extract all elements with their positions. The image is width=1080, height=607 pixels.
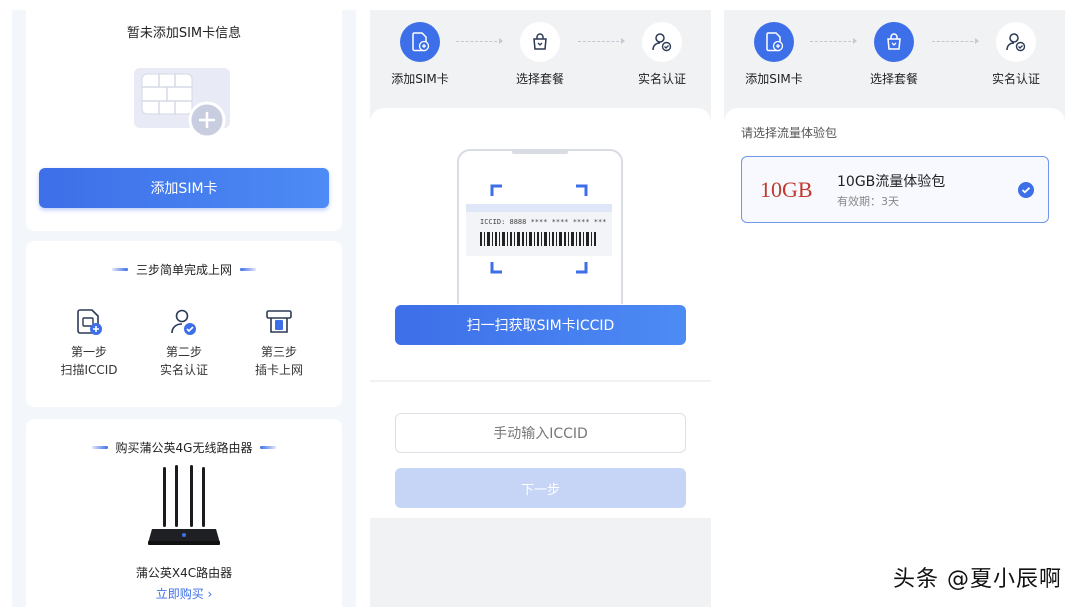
title-dash-right bbox=[240, 268, 256, 271]
progress-step-plan: 选择套餐 bbox=[500, 22, 580, 87]
next-step-button[interactable]: 下一步 bbox=[395, 468, 686, 508]
plan-name: 10GB流量体验包 bbox=[837, 174, 946, 190]
progress-step-add-sim: 添加SIM卡 bbox=[734, 22, 814, 87]
step-1-desc: 扫描ICCID bbox=[60, 363, 118, 377]
progress-arrow bbox=[578, 38, 625, 44]
iccid-label: ICCID: 8888 **** **** **** *** bbox=[480, 218, 607, 226]
scan-section: ICCID: 8888 **** **** **** *** 扫一扫获取SIM卡… bbox=[370, 108, 711, 380]
buy-title-text: 购买蒲公英4G无线路由器 bbox=[115, 441, 253, 455]
iccid-input[interactable]: 手动输入ICCID bbox=[395, 413, 686, 453]
home-panel: 暂未添加SIM卡信息 添加SIM卡 三步简单完成上网 第一步 扫描ICCID 第… bbox=[12, 10, 356, 607]
add-sim-step-icon bbox=[754, 22, 794, 62]
scan-iccid-button[interactable]: 扫一扫获取SIM卡ICCID bbox=[395, 305, 686, 345]
progress-label-3: 实名认证 bbox=[991, 72, 1040, 86]
step-1-label: 第一步 bbox=[70, 345, 107, 359]
buy-now-link[interactable]: 立即购买 › bbox=[26, 585, 342, 602]
plan-step-icon bbox=[520, 22, 560, 62]
title-dash-left bbox=[91, 446, 108, 449]
plan-option-10gb[interactable]: 10GB 10GB流量体验包 有效期：3天 bbox=[741, 156, 1049, 223]
progress-step-verify: 实名认证 bbox=[622, 22, 702, 87]
steps-section: 三步简单完成上网 第一步 扫描ICCID 第二步 实名认证 第三步 插卡上网 bbox=[26, 241, 342, 407]
verify-step-icon bbox=[642, 22, 682, 62]
verify-step-icon bbox=[996, 22, 1036, 62]
progress-label-1: 添加SIM卡 bbox=[745, 72, 803, 86]
title-dash-left bbox=[111, 268, 128, 271]
plan-prompt: 请选择流量体验包 bbox=[741, 126, 838, 140]
step-2-label: 第二步 bbox=[165, 345, 202, 359]
steps-title-text: 三步简单完成上网 bbox=[135, 263, 232, 277]
progress-step-verify: 实名认证 bbox=[976, 22, 1056, 87]
step-insert: 第三步 插卡上网 bbox=[234, 307, 324, 379]
progress-label-3: 实名认证 bbox=[637, 72, 686, 86]
insert-sim-icon bbox=[266, 310, 292, 333]
sim-card-section: 暂未添加SIM卡信息 添加SIM卡 bbox=[26, 10, 342, 231]
selected-check-icon bbox=[1018, 182, 1034, 198]
user-verify-icon bbox=[171, 309, 196, 335]
add-sim-panel: 添加SIM卡 选择套餐 实名认证 ICCID: 8888 **** **** *… bbox=[370, 10, 711, 607]
step-verify: 第二步 实名认证 bbox=[139, 307, 229, 379]
plan-step-icon bbox=[874, 22, 914, 62]
manual-entry-section: 手动输入ICCID 下一步 bbox=[370, 382, 711, 518]
steps-title: 三步简单完成上网 bbox=[26, 261, 342, 278]
buy-router-section: 购买蒲公英4G无线路由器 蒲公英X4C路由器 立即购买 › bbox=[26, 419, 342, 607]
progress-arrow bbox=[932, 38, 979, 44]
add-sim-button[interactable]: 添加SIM卡 bbox=[39, 168, 329, 208]
progress-arrow bbox=[810, 38, 857, 44]
add-sim-step-icon bbox=[400, 22, 440, 62]
router-image[interactable] bbox=[146, 465, 222, 551]
step-3-desc: 插卡上网 bbox=[254, 363, 303, 377]
progress-label-2: 选择套餐 bbox=[869, 72, 918, 86]
progress-label-1: 添加SIM卡 bbox=[391, 72, 449, 86]
phone-scan-illustration bbox=[457, 149, 623, 304]
empty-sim-title: 暂未添加SIM卡信息 bbox=[126, 26, 242, 41]
progress-arrow bbox=[456, 38, 503, 44]
select-plan-panel: 添加SIM卡 选择套餐 实名认证 请选择流量体验包 10GB 10GB流量体验包… bbox=[724, 10, 1065, 607]
step-3-label: 第三步 bbox=[260, 345, 297, 359]
scan-card-icon bbox=[77, 309, 102, 335]
progress-header: 添加SIM卡 选择套餐 实名认证 bbox=[370, 10, 711, 100]
sim-card-illustration bbox=[134, 68, 230, 138]
plan-size: 10GB bbox=[760, 177, 813, 202]
product-name: 蒲公英X4C路由器 bbox=[135, 566, 233, 580]
title-dash-right bbox=[260, 446, 277, 449]
progress-step-plan: 选择套餐 bbox=[854, 22, 934, 87]
buy-title: 购买蒲公英4G无线路由器 bbox=[26, 439, 342, 456]
step-scan-iccid: 第一步 扫描ICCID bbox=[44, 307, 134, 379]
progress-label-2: 选择套餐 bbox=[515, 72, 564, 86]
watermark: 头条 @夏小辰啊 bbox=[893, 567, 1062, 592]
progress-step-add-sim: 添加SIM卡 bbox=[380, 22, 460, 87]
progress-header: 添加SIM卡 选择套餐 实名认证 bbox=[724, 10, 1065, 100]
plan-section: 请选择流量体验包 10GB 10GB流量体验包 有效期：3天 bbox=[724, 108, 1065, 250]
plan-validity: 有效期：3天 bbox=[837, 195, 899, 208]
step-2-desc: 实名认证 bbox=[159, 363, 208, 377]
